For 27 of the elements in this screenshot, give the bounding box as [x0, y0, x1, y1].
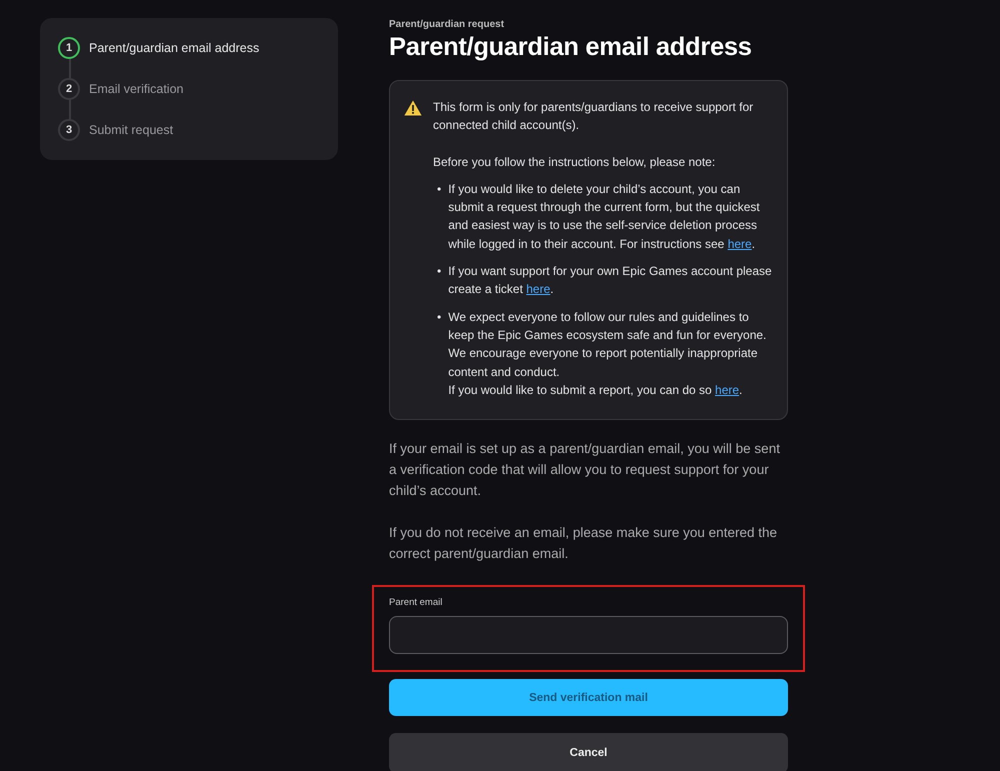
notice-bullet-text: We expect everyone to follow our rules and guidelines to keep the Epic Games ecosystem safe and fun for everyone. We encourage everyone to report potentially inappropriate content and conduct.	[448, 310, 766, 379]
send-button[interactable]: Send verification mail	[389, 679, 788, 716]
step-label[interactable]: Parent/guardian email address	[89, 41, 260, 55]
info-paragraph: If your email is set up as a parent/guardian email, you will be sent a verification code that will allow you to request support for your child’s account.	[389, 440, 781, 500]
field-label: Parent email	[389, 597, 444, 608]
notice-bullet-text: If you want support for your own Epic Games account please create a ticket here.	[448, 264, 772, 296]
here-link[interactable]: here	[715, 382, 740, 397]
cancel-button[interactable]: Cancel	[389, 733, 788, 771]
notice-intro: This form is only for parents/guardians to receive support for connected child account(s).	[433, 99, 754, 134]
step-number: 2	[58, 78, 80, 100]
notice-bullet-text: If you would like to delete your child’s account, you can submit a request through the current form, but the quickest and easiest way is to use the self-service deletion process while logged in to their account. For instructions see here.	[448, 182, 760, 251]
warning-icon	[404, 100, 422, 116]
step-label[interactable]: Email verification	[89, 82, 184, 96]
step-number: 1	[58, 37, 80, 59]
info-paragraph: If you do not receive an email, please make sure you entered the correct parent/guardian email.	[389, 524, 778, 564]
here-link[interactable]: here	[526, 282, 550, 296]
breadcrumb-text: Parent/guardian request	[389, 19, 506, 30]
bullet-mark: •	[437, 180, 442, 198]
bullet-mark: •	[437, 263, 442, 280]
page-heading: Parent/guardian email address	[389, 33, 753, 62]
email-input-field[interactable]	[389, 616, 788, 654]
here-link[interactable]: here	[728, 236, 752, 251]
bullet-mark: •	[437, 308, 442, 326]
notice-note: Before you follow the instructions below, please note:	[433, 154, 716, 171]
step-label[interactable]: Submit request	[89, 123, 174, 137]
step-number: 3	[58, 119, 80, 141]
notice-bullet-text: If you would like to submit a report, you can do so here.	[448, 382, 742, 397]
